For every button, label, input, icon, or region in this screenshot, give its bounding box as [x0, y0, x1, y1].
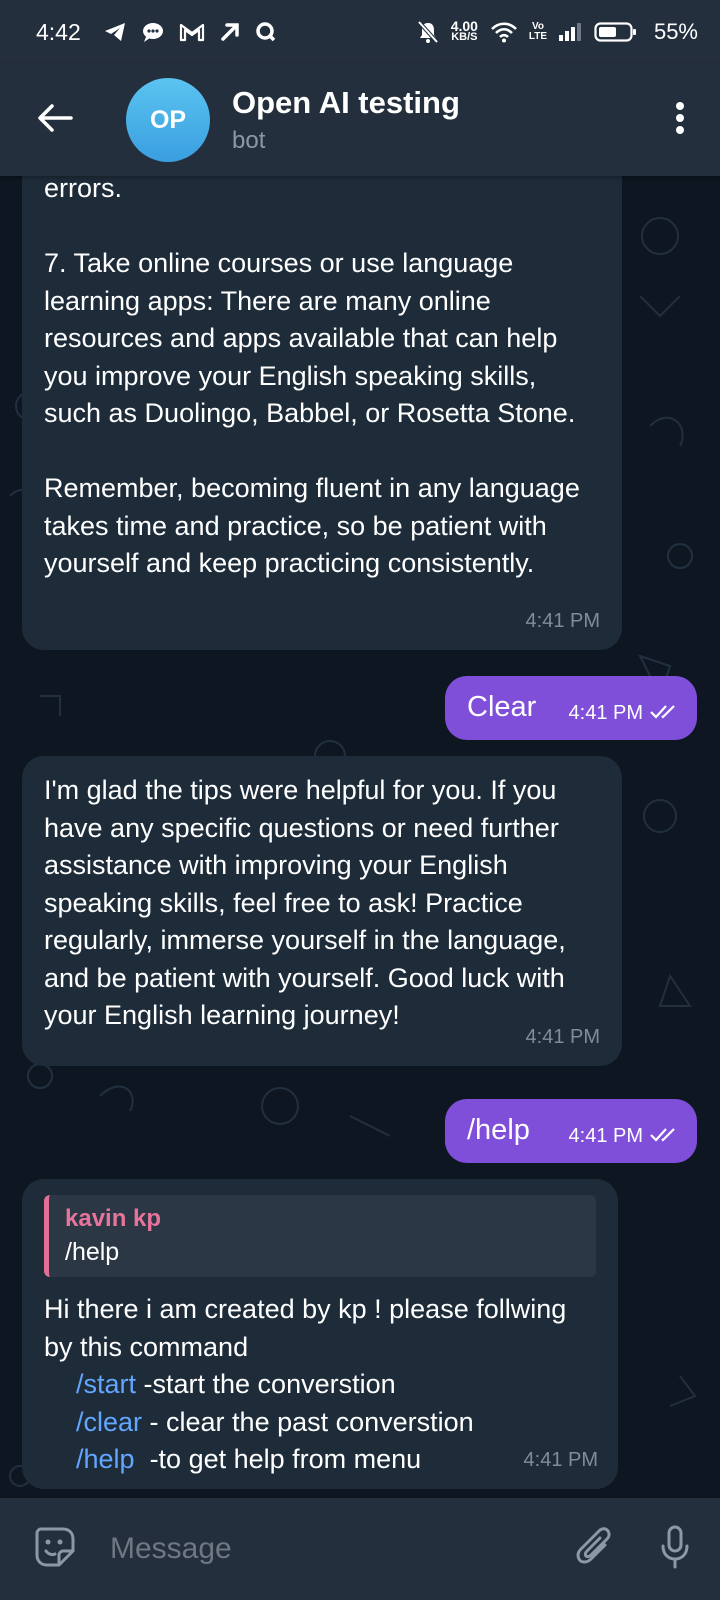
message-text: errors. 7. Take online courses or use la… — [44, 176, 580, 578]
avatar[interactable]: OP — [126, 78, 210, 162]
wifi-icon — [490, 21, 518, 43]
reply-text: /help — [65, 1238, 120, 1266]
volte-icon: Vo LTE — [528, 21, 548, 42]
message-bubble-incoming[interactable]: errors. 7. Take online courses or use la… — [22, 176, 622, 650]
more-menu-button[interactable] — [640, 64, 720, 176]
message-bubble-incoming[interactable]: kavin kp /help Hi there i am created by … — [22, 1179, 618, 1489]
battery-percentage: 55% — [653, 19, 698, 44]
message-bubble-outgoing[interactable]: Clear 4:41 PM — [445, 676, 697, 740]
command-line: /clear - clear the past converstion — [44, 1404, 596, 1442]
sticker-button[interactable] — [0, 1498, 110, 1600]
message-time: 4:41 PM — [525, 609, 600, 632]
status-time: 4:42 — [36, 18, 81, 45]
mute-bell-icon — [417, 20, 439, 44]
battery-icon — [594, 21, 638, 43]
message-text: I'm glad the tips were helpful for you. … — [44, 775, 566, 1030]
reply-sender-name: kavin kp — [65, 1205, 162, 1232]
command-link-help[interactable]: /help — [76, 1444, 135, 1474]
telegram-chat-screen: 4:42 4.00 KB/S Vo LTE 55% OP Open AI tes… — [0, 0, 720, 1600]
message-time: 4:41 PM — [569, 1118, 679, 1156]
attach-button[interactable] — [560, 1498, 630, 1600]
message-bubble-incoming[interactable]: I'm glad the tips were helpful for you. … — [22, 756, 622, 1066]
double-check-icon — [649, 695, 679, 733]
command-description: - clear the past converstion — [142, 1406, 474, 1437]
back-arrow-icon — [37, 102, 73, 139]
chat-subtitle: bot — [232, 127, 266, 154]
arrow-up-right-icon — [219, 21, 241, 43]
command-description: -start the converstion — [136, 1369, 396, 1399]
command-description: -to get help from menu — [134, 1444, 422, 1474]
paperclip-icon — [575, 1525, 615, 1574]
more-vertical-icon — [675, 101, 685, 140]
command-link-clear[interactable]: /clear — [76, 1407, 142, 1437]
chat-title-block[interactable]: Open AI testing bot — [232, 84, 640, 156]
microphone-icon — [659, 1524, 691, 1575]
back-button[interactable] — [0, 64, 110, 176]
message-composer — [0, 1498, 720, 1600]
message-time: 4:41 PM — [569, 695, 679, 733]
search-app-icon — [255, 21, 277, 43]
sticker-icon — [33, 1525, 77, 1574]
notification-icons — [103, 21, 277, 43]
system-icons: 4.00 KB/S Vo LTE 55% — [417, 19, 698, 45]
message-bubble-outgoing[interactable]: /help 4:41 PM — [445, 1099, 697, 1163]
signal-icon — [558, 22, 582, 42]
network-speed: 4.00 KB/S — [450, 18, 478, 43]
message-input[interactable] — [110, 1519, 560, 1579]
microphone-button[interactable] — [630, 1498, 720, 1600]
command-link-start[interactable]: /start — [76, 1369, 136, 1399]
double-check-icon — [649, 1118, 679, 1156]
status-bar: 4:42 4.00 KB/S Vo LTE 55% — [0, 0, 720, 64]
chat-title: Open AI testing — [232, 85, 460, 120]
message-time: 4:41 PM — [523, 1448, 598, 1471]
chat-notification-icon — [141, 21, 165, 43]
telegram-notification-icon — [103, 21, 127, 43]
chat-header: OP Open AI testing bot — [0, 64, 720, 176]
message-list[interactable]: errors. 7. Take online courses or use la… — [0, 176, 720, 1498]
command-line: /start -start the converstion — [44, 1366, 596, 1404]
message-text: Hi there i am created by kp ! please fol… — [44, 1294, 567, 1362]
reply-quote[interactable]: kavin kp /help — [44, 1195, 596, 1277]
command-line: /help -to get help from menu — [44, 1441, 596, 1479]
gmail-icon — [179, 22, 205, 42]
message-time: 4:41 PM — [525, 1025, 600, 1048]
